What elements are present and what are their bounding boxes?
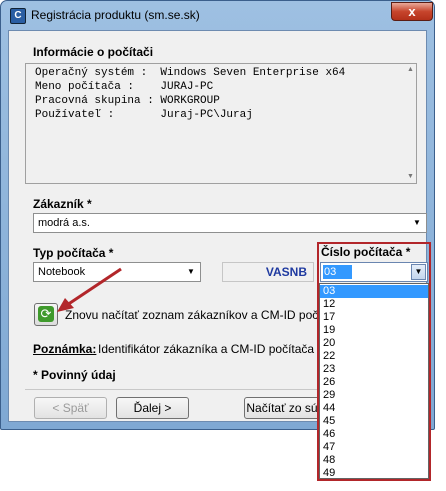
pc-number-value: 03 [323, 265, 352, 279]
dropdown-option[interactable]: 49 [320, 467, 428, 480]
dropdown-option[interactable]: 17 [320, 311, 428, 324]
scroll-down-icon[interactable]: ▼ [405, 172, 416, 182]
scroll-up-icon[interactable]: ▲ [405, 65, 416, 75]
pc-number-select[interactable]: 03 ▼ [320, 262, 428, 282]
customer-select[interactable]: modrá a.s. ▼ [33, 213, 427, 233]
dropdown-option[interactable]: 45 [320, 415, 428, 428]
customer-value: modrá a.s. [38, 217, 90, 229]
customer-label: Zákazník * [33, 197, 92, 211]
note-text: Identifikátor zákazníka a CM-ID počítača… [98, 342, 347, 356]
annotation-arrow-icon [57, 267, 122, 312]
dropdown-option[interactable]: 22 [320, 350, 428, 363]
computer-info-heading: Informácie o počítači [33, 45, 154, 59]
dropdown-option[interactable]: 44 [320, 402, 428, 415]
note-label: Poznámka: [33, 342, 97, 356]
pc-type-code: VASNB [222, 262, 314, 282]
info-line-os: Operačný systém : Windows Seven Enterpri… [35, 67, 346, 79]
info-scrollbar[interactable]: ▲ ▼ [405, 64, 416, 183]
dropdown-option[interactable]: 12 [320, 298, 428, 311]
footer-divider [25, 389, 325, 390]
info-line-user: Používateľ : Juraj-PC\Juraj [35, 109, 253, 121]
next-button[interactable]: Ďalej > [116, 397, 189, 419]
title-bar[interactable]: C Registrácia produktu (sm.se.sk) x [1, 1, 436, 29]
app-icon: C [10, 8, 26, 24]
dropdown-option[interactable]: 20 [320, 337, 428, 350]
info-line-workgroup: Pracovná skupina : WORKGROUP [35, 95, 220, 107]
dropdown-option[interactable]: 29 [320, 389, 428, 402]
dropdown-option[interactable]: 26 [320, 376, 428, 389]
dropdown-option[interactable]: 47 [320, 441, 428, 454]
chevron-down-icon[interactable]: ▼ [410, 216, 424, 230]
dropdown-option[interactable]: 46 [320, 428, 428, 441]
chevron-down-icon[interactable]: ▼ [411, 264, 426, 280]
dropdown-option[interactable]: 03 [320, 285, 428, 298]
load-button[interactable]: Načítať zo sú [244, 397, 320, 419]
registration-window: C Registrácia produktu (sm.se.sk) x Info… [0, 0, 446, 491]
dropdown-option[interactable]: 19 [320, 324, 428, 337]
required-field-note: * Povinný údaj [33, 368, 116, 382]
close-button[interactable]: x [391, 2, 433, 21]
dropdown-option[interactable]: 23 [320, 363, 428, 376]
dropdown-option[interactable]: 48 [320, 454, 428, 467]
window-title: Registrácia produktu (sm.se.sk) [31, 8, 200, 22]
pc-number-dropdown-list[interactable]: 03 12 17 19 20 22 23 26 29 44 45 46 47 48 49 [319, 283, 429, 479]
refresh-icon: ⟳ [38, 306, 54, 322]
chevron-down-icon[interactable]: ▼ [184, 265, 198, 279]
pc-type-label: Typ počítača * [33, 246, 114, 260]
pc-number-label: Číslo počítača * [321, 245, 411, 259]
back-button[interactable]: < Späť [34, 397, 107, 419]
info-line-computer-name: Meno počítača : JURAJ-PC [35, 81, 214, 93]
